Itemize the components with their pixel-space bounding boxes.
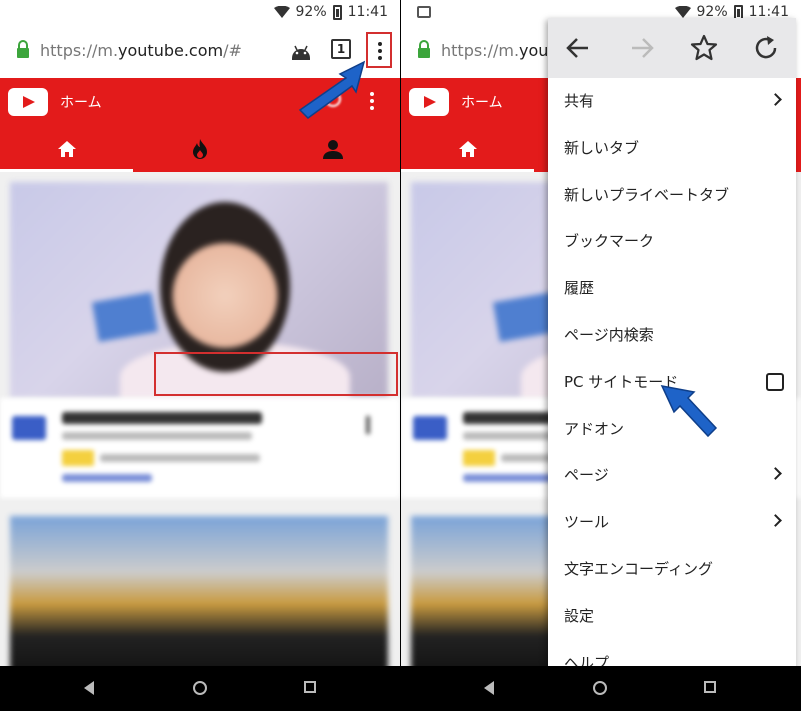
battery-percent: 92% — [295, 4, 327, 20]
youtube-tabs — [0, 128, 400, 172]
menu-item-history[interactable]: 履歴 — [548, 265, 796, 312]
trending-icon[interactable] — [189, 138, 211, 160]
lock-icon — [418, 40, 430, 58]
back-nav-icon[interactable] — [84, 681, 94, 695]
youtube-logo-icon[interactable] — [8, 88, 48, 116]
chevron-right-icon — [769, 467, 782, 481]
more-icon[interactable] — [370, 92, 374, 110]
video-feed — [0, 172, 400, 666]
video-meta — [0, 398, 400, 498]
clock: 11:41 — [347, 4, 388, 20]
left-screenshot: 92% 11:41 https://m.youtube.com/# 1 ホーム — [0, 0, 400, 666]
url-field[interactable]: https://m.youtu — [441, 41, 565, 60]
lock-icon — [17, 40, 29, 58]
menu-list: 共有 新しいタブ 新しいプライベートタブ ブックマーク 履歴 ページ内検索 PC… — [548, 78, 796, 666]
wifi-icon — [273, 6, 290, 18]
right-screenshot: 92% 11:41 https://m.youtu ホーム 共有 新しいタブ 新… — [401, 0, 801, 666]
page-title: ホーム — [461, 95, 503, 111]
menu-item-tools[interactable]: ツール — [548, 499, 796, 546]
recents-nav-icon[interactable] — [304, 681, 316, 693]
recents-nav-icon[interactable] — [704, 681, 716, 693]
home-nav-icon[interactable] — [593, 681, 607, 695]
home-icon[interactable] — [56, 138, 78, 160]
star-icon[interactable] — [690, 34, 718, 62]
menu-item-text-encoding[interactable]: 文字エンコーディング — [548, 546, 796, 593]
menu-item-help[interactable]: ヘルプ — [548, 640, 796, 666]
back-icon[interactable] — [564, 34, 592, 62]
menu-item-page[interactable]: ページ — [548, 452, 796, 499]
home-icon[interactable] — [457, 138, 479, 160]
menu-item-find-in-page[interactable]: ページ内検索 — [548, 312, 796, 359]
page-title: ホーム — [60, 95, 102, 111]
android-icon[interactable] — [290, 42, 312, 60]
android-nav-bar — [0, 666, 801, 711]
menu-item-bookmarks[interactable]: ブックマーク — [548, 218, 796, 265]
menu-item-share[interactable]: 共有 — [548, 78, 796, 125]
desktop-site-highlight — [154, 352, 398, 396]
forward-icon[interactable] — [628, 34, 656, 62]
reload-icon[interactable] — [752, 34, 780, 62]
url-field[interactable]: https://m.youtube.com/# — [40, 41, 242, 60]
home-nav-icon[interactable] — [193, 681, 207, 695]
tab-count-button[interactable]: 1 — [331, 39, 351, 59]
desktop-site-checkbox[interactable] — [766, 372, 784, 391]
chevron-right-icon — [769, 93, 782, 106]
pointer-arrow-icon — [298, 60, 366, 119]
pointer-arrow-icon — [660, 384, 718, 438]
account-icon[interactable] — [322, 138, 344, 160]
status-bar: 92% 11:41 — [0, 0, 400, 26]
wifi-icon — [674, 6, 691, 18]
menu-button[interactable] — [366, 32, 392, 68]
youtube-logo-icon[interactable] — [409, 88, 449, 116]
browser-menu: 共有 新しいタブ 新しいプライベートタブ ブックマーク 履歴 ページ内検索 PC… — [548, 18, 796, 666]
menu-item-new-tab[interactable]: 新しいタブ — [548, 125, 796, 172]
image-notification-icon — [417, 6, 431, 18]
back-nav-icon[interactable] — [484, 681, 494, 695]
battery-icon — [332, 4, 342, 20]
menu-nav-bar — [548, 18, 796, 78]
chevron-right-icon — [769, 514, 782, 528]
menu-item-settings[interactable]: 設定 — [548, 593, 796, 640]
video-thumbnail[interactable] — [10, 516, 388, 666]
menu-item-new-private-tab[interactable]: 新しいプライベートタブ — [548, 172, 796, 219]
